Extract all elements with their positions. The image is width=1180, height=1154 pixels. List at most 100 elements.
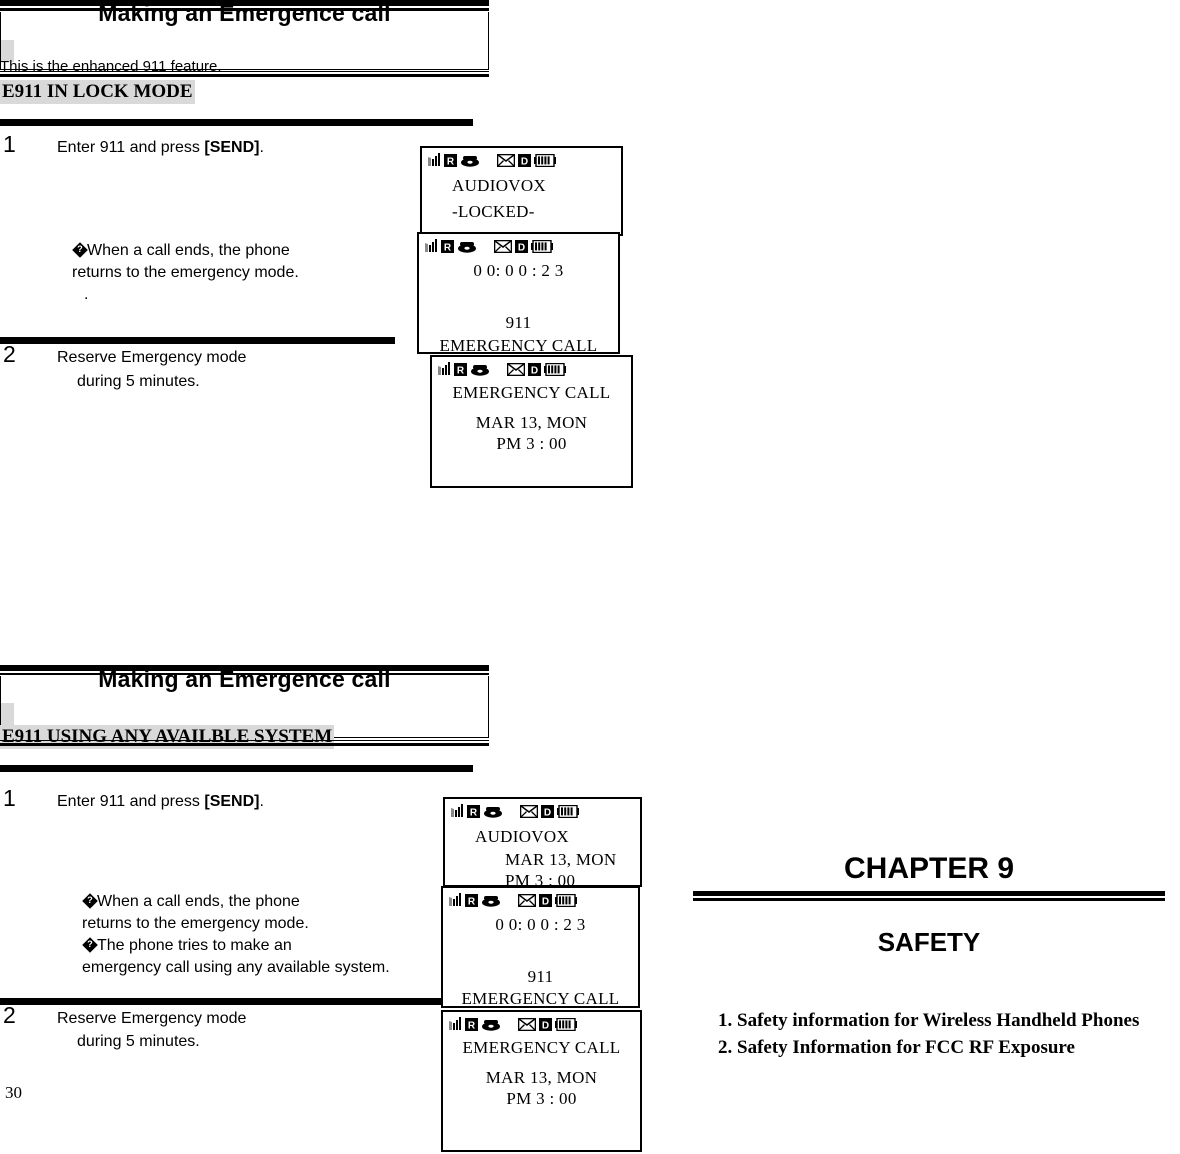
- section1-step2-line1: Reserve Emergency mode: [57, 349, 247, 366]
- section2-step1-send-key: [SEND]: [204, 793, 260, 810]
- lcd-line-time: PM 3 : 00: [506, 1089, 577, 1108]
- section2-gray-marker: [0, 703, 14, 727]
- battery-icon: [534, 154, 556, 167]
- signal-bars-icon: [449, 893, 461, 906]
- battery-icon: [544, 363, 566, 376]
- section1-step2-line2: during 5 minutes.: [77, 373, 200, 390]
- phone-screen-in-call: R D 0 0: 0 0 : 2 3 911 EMERGENCY CALL: [441, 886, 640, 1008]
- section2-step1-text: Enter 911 and press [SEND].: [57, 791, 264, 813]
- section2-note-line-3: The phone tries to make an: [82, 935, 444, 957]
- lcd-line-number: 911: [527, 967, 554, 986]
- envelope-icon: [518, 894, 536, 907]
- section1-title: Making an Emergence call: [98, 0, 391, 26]
- chapter-item-1: 1. Safety information for Wireless Handh…: [718, 1010, 1140, 1031]
- roaming-r-icon: R: [467, 805, 480, 818]
- section1-note-rule: [0, 74, 489, 77]
- lcd-line-date: MAR 13, MON: [475, 413, 588, 432]
- digital-d-icon: D: [518, 154, 531, 167]
- section2-title: Making an Emergence call: [98, 666, 391, 692]
- section2-step2-number: 2: [3, 1002, 16, 1028]
- roaming-r-icon: R: [454, 363, 467, 376]
- chapter-rule-top: [693, 891, 1165, 896]
- handset-icon: [458, 242, 476, 253]
- signal-bars-icon: [449, 1017, 461, 1030]
- roaming-r-icon: R: [465, 1018, 478, 1031]
- roaming-r-icon: R: [441, 240, 454, 253]
- signal-bars-icon: [425, 239, 437, 252]
- section2-tag-underline: [0, 740, 489, 741]
- section2-step2-line1: Reserve Emergency mode: [57, 1010, 247, 1027]
- section1-step1-notes: When a call ends, the phone returns to t…: [72, 240, 394, 306]
- section2-step1-text-before: Enter 911 and press: [57, 793, 205, 810]
- status-bar: R D: [425, 237, 553, 253]
- battery-icon: [555, 1018, 577, 1031]
- section2-step2-line2: during 5 minutes.: [77, 1033, 200, 1050]
- section1-note-line-2: returns to the emergency mode.: [72, 264, 299, 282]
- diamond-bullet-icon: [82, 893, 98, 909]
- signal-bars-icon: [451, 804, 463, 817]
- section2-step1-text-after: .: [259, 793, 264, 810]
- digital-d-icon: D: [539, 1018, 552, 1031]
- svg-text:R: R: [468, 1021, 476, 1032]
- lcd-line-timer: 0 0: 0 0 : 2 3: [473, 261, 564, 280]
- lcd-line-status: EMERGENCY CALL: [452, 383, 611, 402]
- section2-note-line-2: returns to the emergency mode.: [82, 915, 309, 933]
- chapter-title: CHAPTER 9: [843, 852, 1015, 885]
- battery-icon: [557, 805, 579, 818]
- lcd-line-date: MAR 13, MON: [485, 1068, 598, 1087]
- envelope-icon: [507, 363, 525, 376]
- chapter-subtitle: SAFETY: [877, 927, 981, 957]
- digital-d-icon: D: [541, 805, 554, 818]
- signal-bars-icon: [428, 153, 440, 166]
- svg-text:R: R: [444, 243, 452, 254]
- phone-screen-idle: R D AUDIOVOX MAR 13, MON PM 3 : 00: [443, 797, 642, 887]
- envelope-icon: [518, 1018, 536, 1031]
- section1-tag: E911 IN LOCK MODE: [0, 80, 195, 104]
- diamond-bullet-icon: [82, 937, 98, 953]
- digital-d-icon: D: [539, 894, 552, 907]
- phone-screen-locked: R D AUDIOVOX -LOCKED- PASSWORD?: [420, 146, 623, 236]
- handset-icon: [461, 156, 479, 167]
- section2-step1-number: 1: [3, 785, 16, 811]
- svg-text:D: D: [531, 366, 538, 377]
- section1-step1-text: Enter 911 and press [SEND].: [57, 137, 264, 159]
- page-number: 30: [5, 1083, 22, 1102]
- section2-step1-notes: When a call ends, the phone returns to t…: [82, 891, 444, 979]
- lcd-line-date: MAR 13, MON: [505, 850, 617, 869]
- status-bar: R D: [428, 151, 556, 167]
- phone-screen-emergency-mode: R D EMERGENCY CALL MAR 13, MON PM 3 : 00: [441, 1010, 642, 1152]
- section1-note-underline: [0, 71, 489, 72]
- section2-frame-right: [488, 676, 489, 738]
- svg-text:R: R: [468, 897, 476, 908]
- lcd-line-operator: AUDIOVOX: [475, 827, 569, 846]
- roaming-r-icon: R: [465, 894, 478, 907]
- lcd-line-number: 911: [505, 313, 532, 332]
- battery-icon: [555, 894, 577, 907]
- svg-text:D: D: [518, 243, 525, 254]
- section1-note: This is the enhanced 911 feature.: [0, 58, 222, 75]
- section1-step2-number: 2: [3, 341, 16, 367]
- svg-text:R: R: [470, 808, 478, 819]
- section1-step2-rule: [0, 337, 395, 344]
- section1-step1-send-key: [SEND]: [204, 139, 260, 156]
- chapter-item-2: 2. Safety Information for FCC RF Exposur…: [718, 1037, 1075, 1058]
- lcd-line-status: EMERGENCY CALL: [462, 1038, 621, 1057]
- handset-icon: [482, 896, 500, 907]
- svg-text:D: D: [544, 808, 551, 819]
- envelope-icon: [494, 240, 512, 253]
- status-bar: R D: [449, 1015, 577, 1031]
- status-bar: R D: [449, 891, 577, 907]
- handset-icon: [484, 807, 502, 818]
- section1-step1-number: 1: [3, 131, 16, 157]
- signal-bars-icon: [438, 362, 450, 375]
- roaming-r-icon: R: [444, 154, 457, 167]
- section1-step1-text-after: .: [259, 139, 264, 156]
- section2-step2-rule: [0, 998, 443, 1005]
- lcd-line-time: PM 3 : 00: [505, 871, 576, 887]
- svg-text:D: D: [542, 897, 549, 908]
- handset-icon: [471, 365, 489, 376]
- phone-screen-in-call: R D 0 0: 0 0 : 2 3 911 EMERGENCY CALL: [417, 232, 620, 354]
- lcd-line-status: EMERGENCY CALL: [439, 336, 598, 354]
- svg-text:D: D: [542, 1021, 549, 1032]
- svg-text:R: R: [457, 366, 465, 377]
